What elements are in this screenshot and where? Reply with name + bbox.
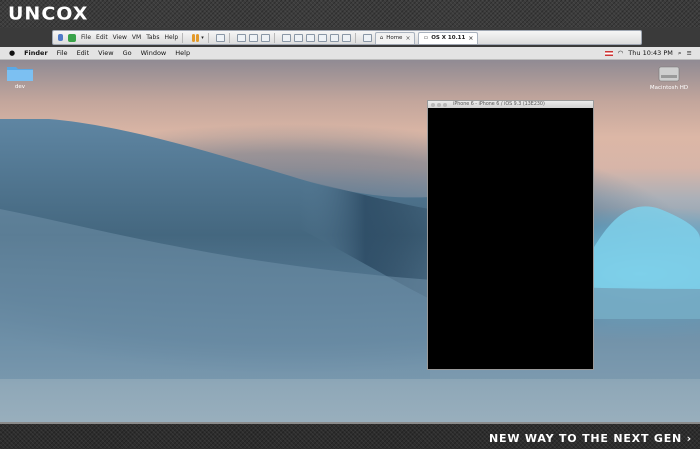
home-icon: ⌂ [379, 35, 384, 41]
tab-label: Home [386, 35, 403, 41]
menu-view[interactable]: View [113, 32, 127, 43]
apple-menu-icon[interactable]: ● [9, 49, 15, 57]
minimize-window-button[interactable] [437, 102, 441, 107]
tab-home[interactable]: ⌂ Home × [374, 31, 416, 44]
toolbar-divider [228, 32, 230, 43]
search-icon[interactable]: ⌕ [678, 49, 682, 58]
brand-header: UNCOX [0, 0, 700, 28]
vm-app-icon[interactable] [68, 32, 76, 43]
pause-button[interactable]: ▾ [192, 32, 204, 43]
hard-drive-icon [658, 66, 680, 82]
menu-file[interactable]: File [57, 49, 68, 57]
library-pane-button[interactable] [362, 33, 372, 42]
menu-tabs[interactable]: Tabs [146, 32, 159, 43]
close-window-button[interactable] [431, 102, 435, 107]
menu-help[interactable]: Help [165, 32, 179, 43]
tab-label: OS X 10.11 [431, 35, 466, 41]
show-library-button[interactable] [281, 33, 291, 42]
list-icon[interactable]: ≡ [687, 49, 692, 57]
toolbar-divider [182, 32, 184, 43]
vm-icon: ▭ [423, 35, 429, 41]
unity-button[interactable] [317, 33, 327, 42]
snapshot-manager-button[interactable] [260, 33, 270, 42]
tab-os-x[interactable]: ▭ OS X 10.11 × [418, 31, 479, 44]
menu-edit[interactable]: Edit [96, 32, 108, 43]
brand-footer: NEW WAY TO THE NEXT GEN › [0, 422, 700, 449]
iphone-simulator-window[interactable]: iPhone 6 - iPhone 6 / iOS 9.3 (13E230) [427, 100, 594, 370]
macos-menubar: ● Finder File Edit View Go Window Help ◠… [0, 47, 700, 60]
menu-edit[interactable]: Edit [77, 49, 90, 57]
thumbnail-button[interactable] [293, 33, 303, 42]
hd-label: Macintosh HD [649, 85, 689, 91]
clock[interactable]: Thu 10:43 PM [628, 49, 673, 57]
close-icon[interactable]: × [405, 35, 410, 42]
chevron-down-icon: ▾ [201, 34, 204, 41]
menu-go[interactable]: Go [123, 49, 132, 57]
vm-guest-screen[interactable]: ● Finder File Edit View Go Window Help ◠… [0, 47, 700, 422]
menu-file[interactable]: File [81, 32, 91, 43]
revert-snapshot-button[interactable] [248, 33, 258, 42]
toolbar-divider [207, 32, 209, 43]
simulator-titlebar[interactable]: iPhone 6 - iPhone 6 / iOS 9.3 (13E230) [428, 101, 593, 108]
folder-label: dev [14, 84, 26, 90]
pin-icon[interactable] [58, 32, 63, 43]
desktop-wallpaper [0, 59, 700, 422]
brand-tagline: NEW WAY TO THE NEXT GEN › [489, 432, 692, 445]
folder-icon [7, 67, 33, 81]
zoom-window-button[interactable] [443, 102, 447, 107]
menu-finder[interactable]: Finder [24, 49, 48, 57]
snapshot-button[interactable] [236, 33, 246, 42]
menu-help[interactable]: Help [175, 49, 190, 57]
flag-icon[interactable] [604, 50, 613, 56]
menubar-status-area: ◠ Thu 10:43 PM ⌕ ≡ [604, 49, 692, 58]
desktop-hard-drive[interactable]: Macintosh HD [647, 65, 691, 91]
brand-logo: UNCOX [8, 3, 89, 25]
wifi-icon[interactable]: ◠ [618, 49, 624, 57]
toolbar-divider [354, 32, 356, 43]
console-view-button[interactable] [329, 33, 339, 42]
wave-graphic [0, 119, 700, 379]
desktop-folder[interactable]: dev [5, 64, 35, 90]
menu-window[interactable]: Window [141, 49, 167, 57]
toolbar-divider [273, 32, 275, 43]
simulator-title: iPhone 6 - iPhone 6 / iOS 9.3 (13E230) [453, 102, 545, 107]
menu-vm[interactable]: VM [132, 32, 141, 43]
close-icon[interactable]: × [468, 35, 473, 42]
full-screen-button[interactable] [305, 33, 315, 42]
menu-view[interactable]: View [98, 49, 113, 57]
vm-toolbar: File Edit View VM Tabs Help ▾ ⌂ Home × ▭… [52, 30, 642, 45]
stretch-guest-button[interactable] [341, 33, 351, 42]
send-ctrl-alt-del-button[interactable] [215, 33, 225, 42]
